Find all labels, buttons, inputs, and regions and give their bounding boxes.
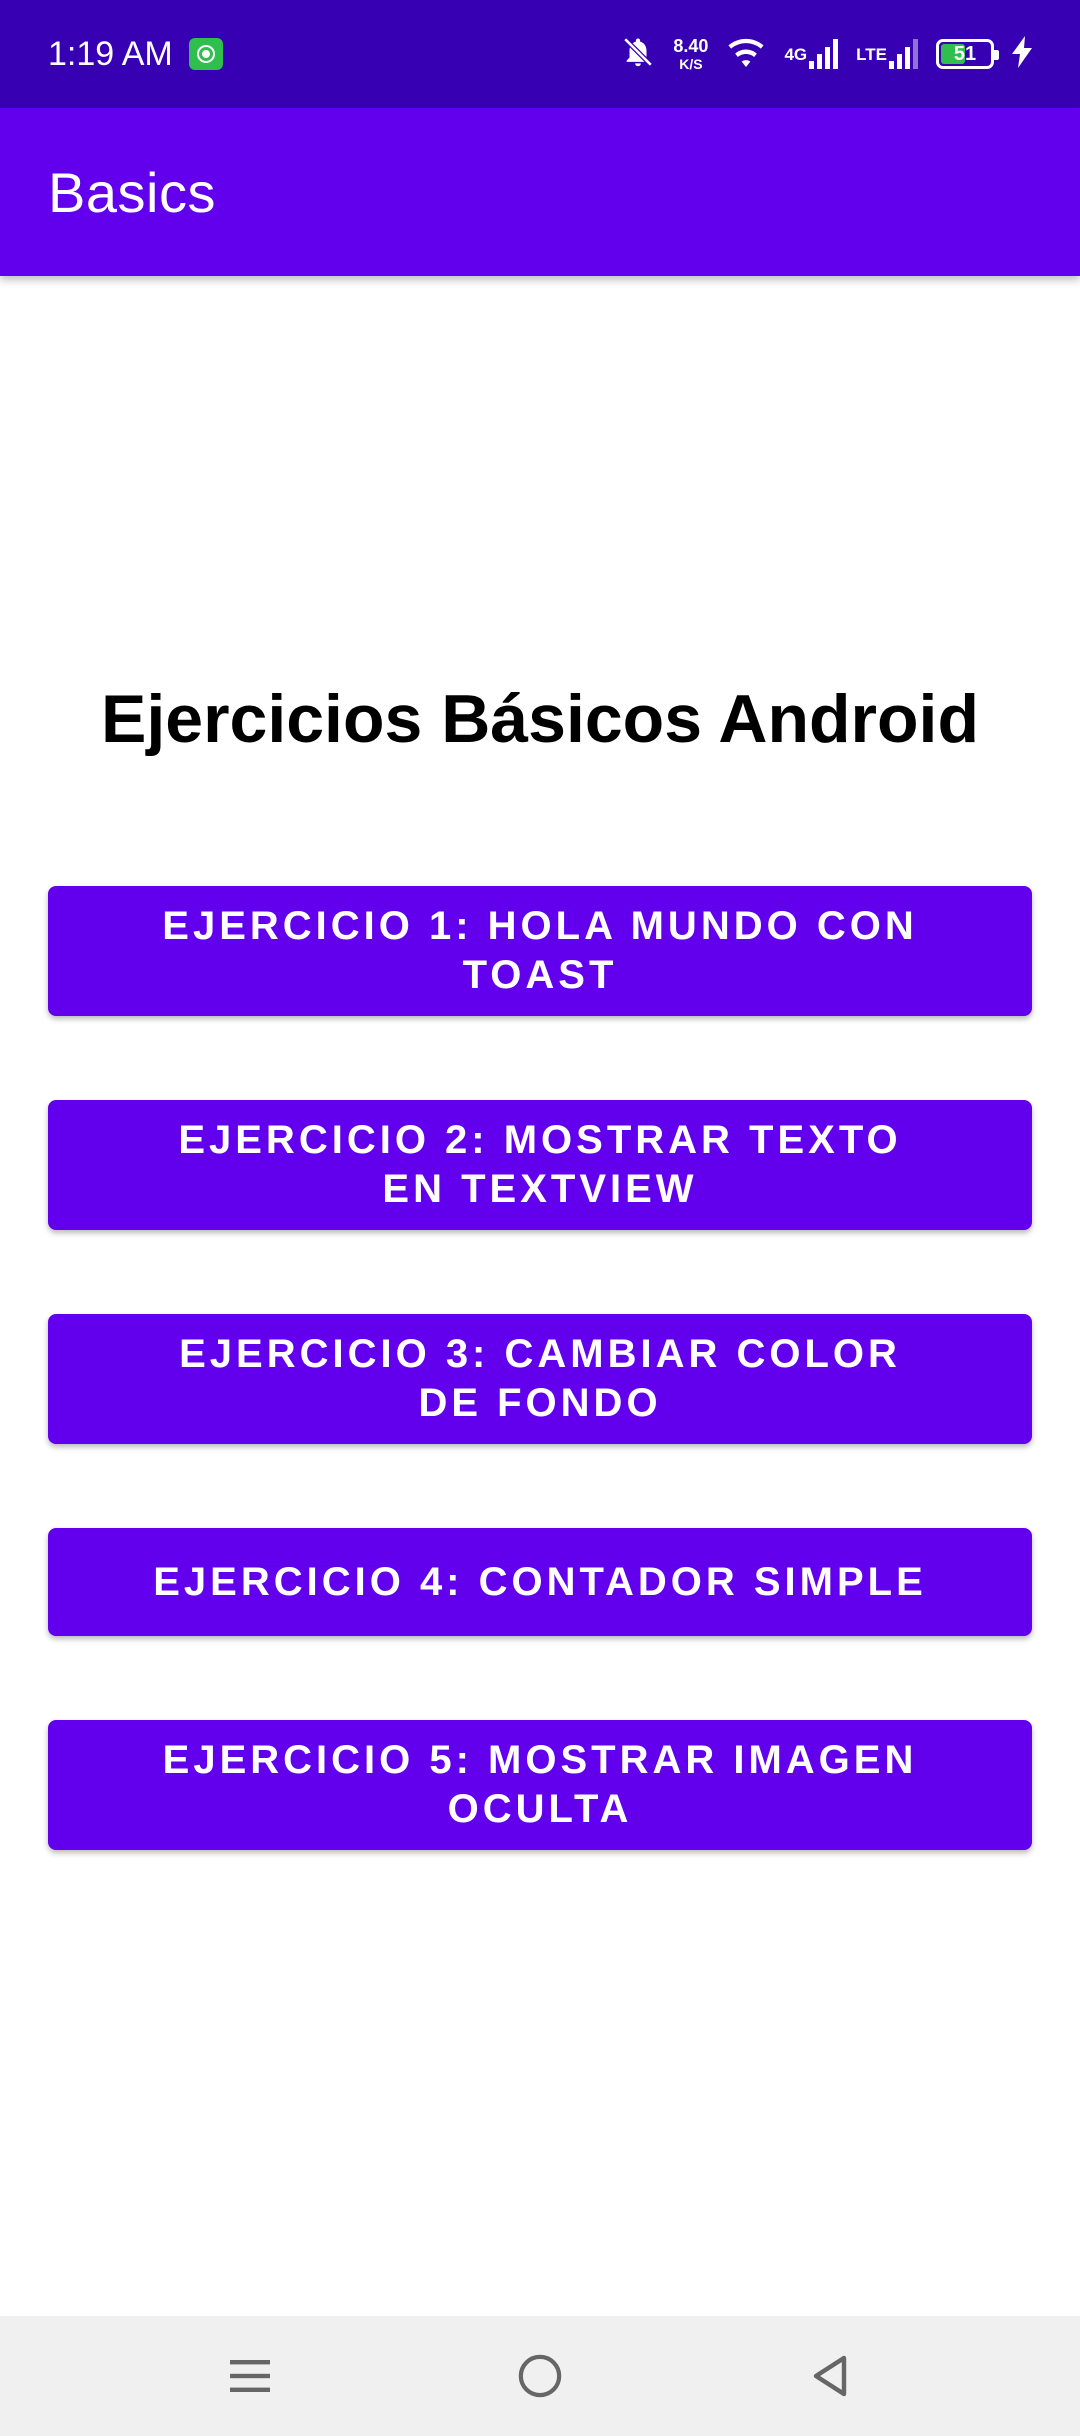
exercise-2-button[interactable]: EJERCICIO 2: MOSTRAR TEXTO EN TEXTVIEW [48, 1100, 1032, 1230]
charging-bolt-icon [1012, 35, 1032, 73]
app-bar: Basics [0, 108, 1080, 276]
signal-icon [809, 39, 839, 69]
speed-value: 8.40 [673, 36, 709, 56]
home-icon[interactable] [510, 2346, 570, 2406]
exercise-3-button[interactable]: EJERCICIO 3: CAMBIAR COLOR DE FONDO [48, 1314, 1032, 1444]
status-bar: 1:19 AM 8.40 K/S 4G LTE 51 [0, 0, 1080, 108]
exercise-4-button[interactable]: EJERCICIO 4: CONTADOR SIMPLE [48, 1528, 1032, 1636]
app-title: Basics [48, 160, 216, 224]
wifi-icon [726, 36, 766, 73]
network-speed: 8.40 K/S [673, 37, 708, 71]
status-time: 1:19 AM [48, 34, 173, 73]
network-label-4g: 4G [784, 45, 808, 64]
status-right: 8.40 K/S 4G LTE 51 [621, 35, 1032, 74]
menu-icon[interactable] [220, 2346, 280, 2406]
back-icon[interactable] [800, 2346, 860, 2406]
battery-icon: 51 [936, 39, 999, 69]
exercise-5-button[interactable]: EJERCICIO 5: MOSTRAR IMAGEN OCULTA [48, 1720, 1032, 1850]
exercise-1-button[interactable]: EJERCICIO 1: HOLA MUNDO CON TOAST [48, 886, 1032, 1016]
screen: 1:19 AM 8.40 K/S 4G LTE 51 Basics Ejerci… [0, 0, 1080, 2436]
signal-4g: 4G [784, 39, 839, 69]
page-title: Ejercicios Básicos Android [101, 681, 979, 757]
signal-lte: LTE [856, 39, 918, 69]
signal-icon [889, 39, 918, 69]
app-notification-icon [188, 38, 223, 70]
speed-unit: K/S [679, 56, 703, 72]
bell-off-icon [621, 35, 655, 74]
navigation-bar [0, 2316, 1080, 2436]
network-label-lte: LTE [856, 45, 887, 64]
battery-level: 51 [953, 42, 977, 65]
status-left: 1:19 AM [48, 35, 223, 74]
